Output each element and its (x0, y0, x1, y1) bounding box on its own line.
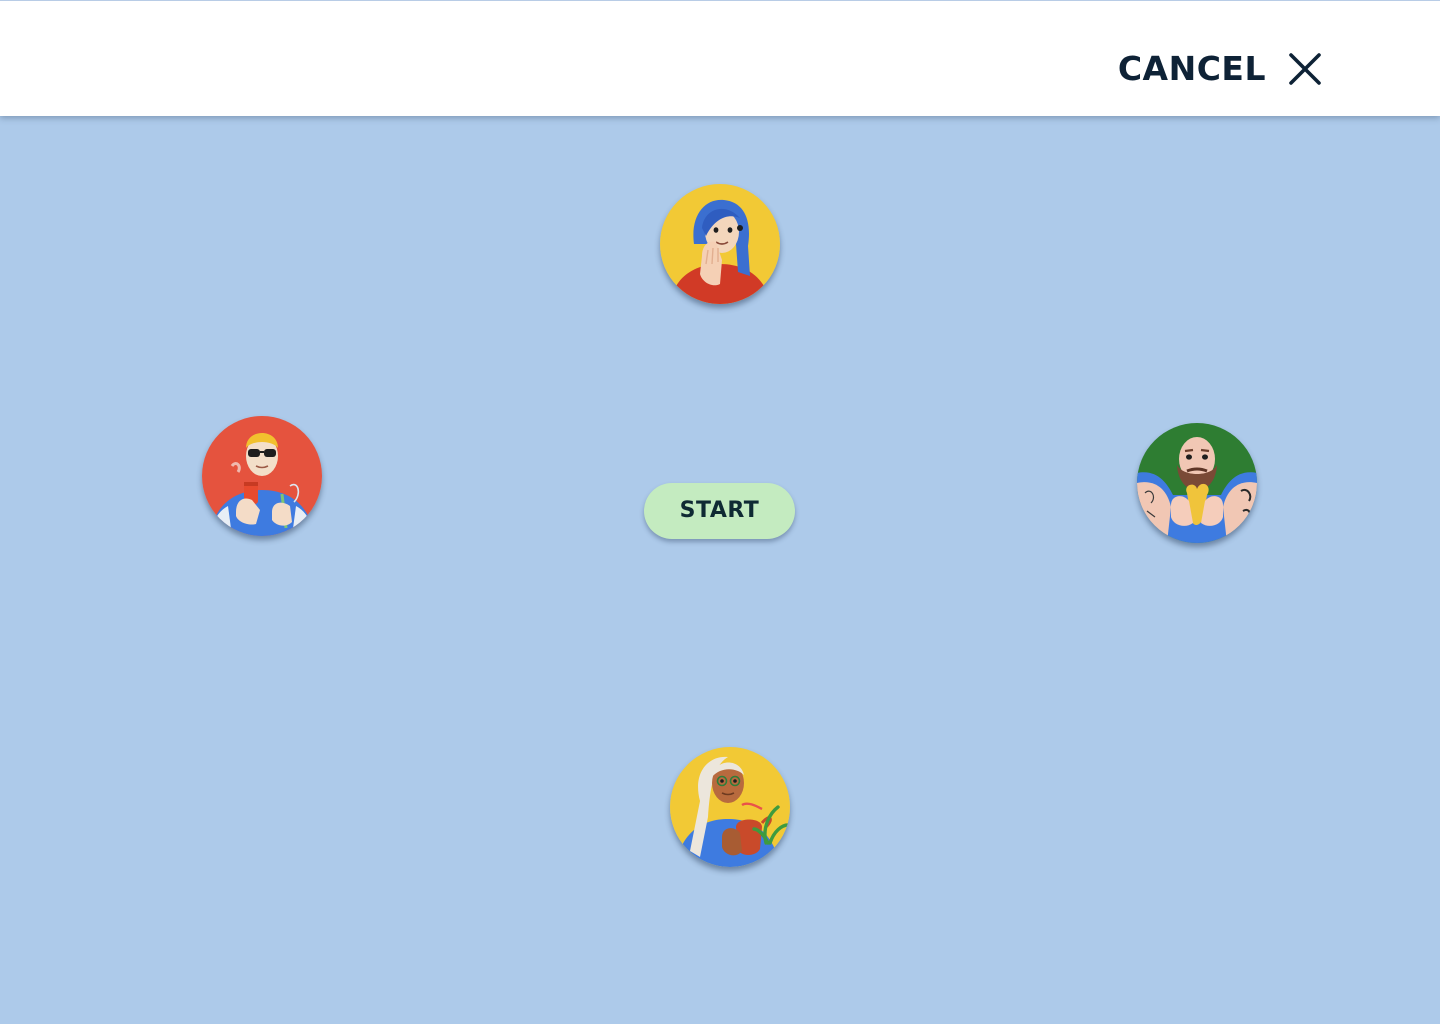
cancel-button[interactable]: CANCEL (1118, 47, 1322, 91)
avatar-sunglasses-man-icon (202, 416, 322, 536)
avatar-right[interactable] (1137, 423, 1257, 543)
avatar-bearded-man-icon (1137, 423, 1257, 543)
avatar-top[interactable] (660, 184, 780, 304)
cancel-label: CANCEL (1117, 49, 1266, 88)
avatar-woman-with-plant-icon (670, 747, 790, 867)
avatar-left[interactable] (202, 416, 322, 536)
close-icon[interactable] (1288, 52, 1322, 86)
avatar-blue-hair-woman-icon (660, 184, 780, 304)
top-bar: CANCEL (0, 0, 1440, 116)
avatar-bottom[interactable] (670, 747, 790, 867)
start-button[interactable]: START (644, 483, 795, 539)
